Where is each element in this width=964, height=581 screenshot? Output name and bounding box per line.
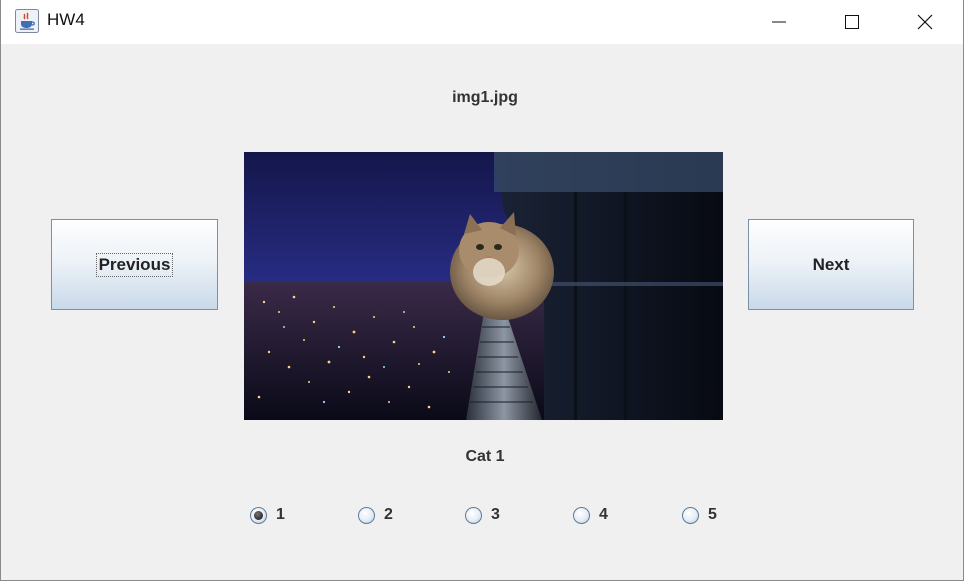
image-filename-label: img1.jpg [452,89,518,106]
minimize-icon [772,21,786,23]
radio-button[interactable] [358,506,375,524]
radio-label: 1 [276,506,285,523]
radio-option-5[interactable]: 5 [682,506,717,524]
radio-label: 2 [384,506,393,523]
radio-label: 5 [708,506,717,523]
java-cup-icon [15,9,39,33]
radio-option-3[interactable]: 3 [465,506,500,524]
radio-button[interactable] [465,506,482,524]
radio-label: 4 [599,506,608,523]
previous-button[interactable]: Previous [51,219,218,310]
radio-option-2[interactable]: 2 [358,506,393,524]
radio-option-1[interactable]: 1 [250,506,285,524]
next-button-label: Next [812,254,850,274]
title-bar[interactable]: HW4 [1,0,963,44]
minimize-button[interactable] [743,0,815,44]
radio-option-4[interactable]: 4 [573,506,608,524]
maximize-button[interactable] [816,0,888,44]
cat-on-railing-night-city-photo [244,152,723,420]
cat-photo [244,152,723,420]
maximize-icon [845,15,859,29]
radio-button-selected[interactable] [250,506,267,524]
image-caption-label: Cat 1 [465,448,505,465]
close-icon [917,14,933,30]
radio-label: 3 [491,506,500,523]
app-window: HW4 img1.jpg Previous Next Cat 1 1 2 3 4… [0,0,964,581]
content-panel: img1.jpg Previous Next Cat 1 1 2 3 4 5 [1,44,963,580]
radio-button[interactable] [573,506,590,524]
window-title: HW4 [47,10,85,29]
next-button[interactable]: Next [748,219,914,310]
previous-button-label: Previous [95,252,174,277]
radio-selected-dot [254,510,263,520]
radio-button[interactable] [682,506,699,524]
close-button[interactable] [889,0,961,44]
